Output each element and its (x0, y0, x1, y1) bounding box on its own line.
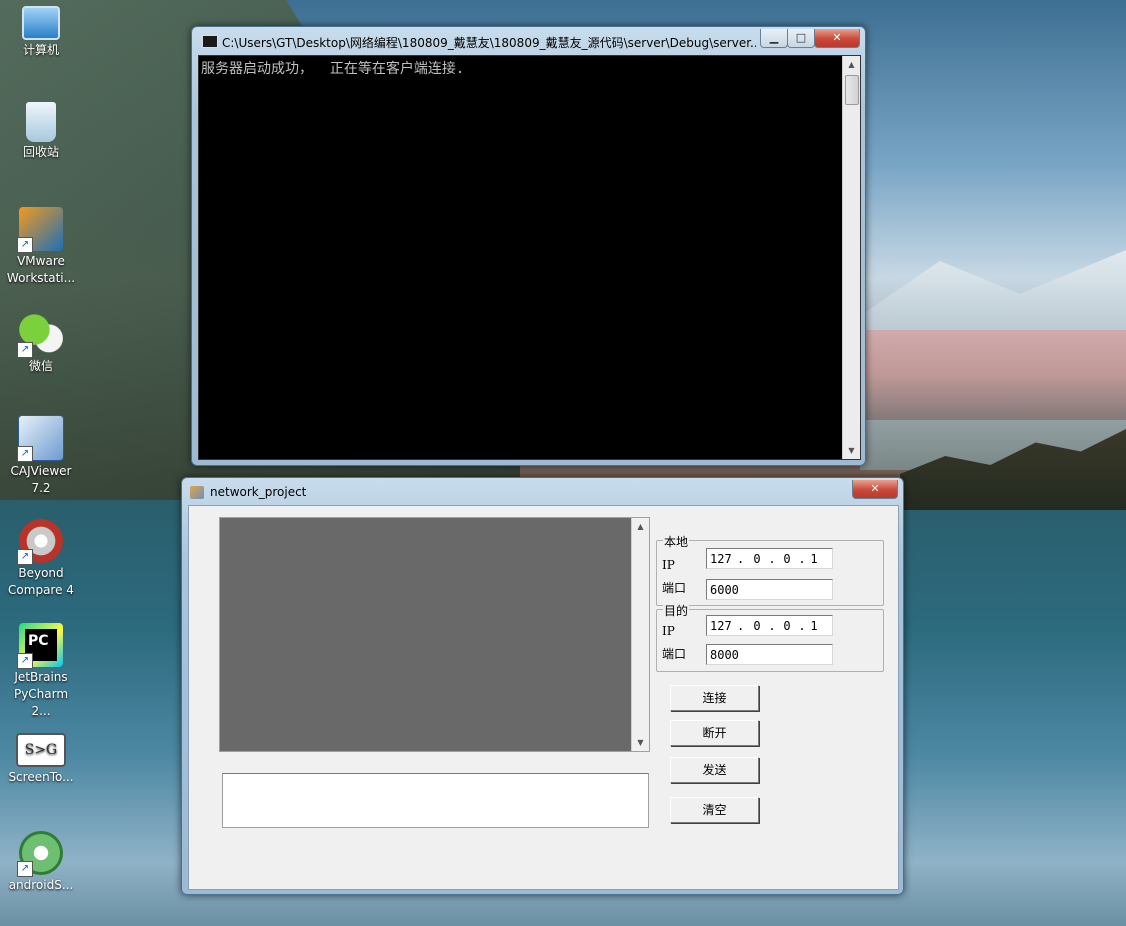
console-output-area[interactable]: 服务器启动成功， 正在等在客户端连接. ▲ ▼ (198, 55, 861, 460)
remote-group-title: 目的 (663, 602, 690, 619)
local-ip-octet-3: 0 (783, 552, 791, 566)
console-window[interactable]: C:\Users\GT\Desktop\网络编程\180809_戴慧友\1808… (191, 26, 866, 466)
vmware-icon: ↗ (17, 207, 63, 253)
desktop-icon-beyond-compare[interactable]: ↗ Beyond Compare 4 (4, 519, 78, 599)
local-ip-octet-2: 0 (753, 552, 761, 566)
scrollbar-thumb[interactable] (845, 75, 859, 105)
send-message-input[interactable] (222, 773, 649, 828)
local-ip-label: IP (662, 558, 675, 572)
screentogif-icon: S>G (16, 733, 66, 767)
scroll-down-arrow-icon[interactable]: ▼ (632, 734, 649, 751)
remote-ip-octet-1: 127 (710, 619, 732, 633)
desktop-icon-label: VMware Workstati... (6, 254, 76, 285)
shortcut-arrow-icon: ↗ (17, 237, 33, 253)
android-studio-icon: ↗ (17, 831, 63, 877)
wechat-icon: ↗ (17, 312, 63, 358)
dialog-close-button[interactable]: ✕ (852, 480, 898, 499)
local-ip-octet-4: 1 (810, 552, 818, 566)
desktop-icon-cajviewer[interactable]: ↗ CAJViewer 7.2 (4, 415, 78, 497)
dialog-app-icon (190, 486, 204, 499)
scroll-down-arrow-icon[interactable]: ▼ (843, 442, 860, 459)
maximize-button[interactable]: □ (787, 29, 815, 48)
pycharm-icon: PC ↗ (17, 623, 63, 669)
network-project-dialog[interactable]: network_project ✕ ▲ ▼ 本地 IP 127. 0. 0. 1 端口… (181, 477, 904, 895)
desktop-icon-label: 计算机 (22, 43, 59, 57)
minimize-button[interactable]: ▁ (760, 29, 788, 48)
scroll-up-arrow-icon[interactable]: ▲ (843, 56, 860, 73)
close-button[interactable]: ✕ (814, 29, 860, 48)
desktop-icon-label: JetBrains PyCharm 2... (13, 670, 69, 718)
dialog-client-area: ▲ ▼ 本地 IP 127. 0. 0. 1 端口 6000 目的 IP 127. 0.… (188, 505, 899, 890)
desktop-icon-wechat[interactable]: ↗ 微信 (4, 312, 78, 375)
local-group-title: 本地 (663, 533, 690, 550)
desktop-icon-android-studio[interactable]: ↗ androidS... (4, 831, 78, 894)
connect-button[interactable]: 连接 (670, 685, 759, 711)
desktop-icon-screentogif[interactable]: S>G ScreenTo... (4, 727, 78, 786)
shortcut-arrow-icon: ↗ (17, 653, 33, 669)
remote-ip-input[interactable]: 127. 0. 0. 1 (706, 615, 833, 636)
wallpaper-sunset-glow (860, 330, 1126, 420)
remote-port-input[interactable]: 8000 (706, 644, 833, 665)
local-port-input[interactable]: 6000 (706, 579, 833, 600)
dialog-title: network_project (210, 485, 307, 499)
desktop-icon-recycle-bin[interactable]: 回收站 (4, 102, 78, 161)
beyond-compare-icon: ↗ (17, 519, 63, 565)
shortcut-arrow-icon: ↗ (17, 342, 33, 358)
recycle-bin-icon (26, 102, 56, 142)
console-output-text: 服务器启动成功， 正在等在客户端连接. (201, 61, 465, 77)
cajviewer-icon: ↗ (17, 415, 64, 462)
scroll-up-arrow-icon[interactable]: ▲ (632, 518, 649, 535)
computer-icon (22, 6, 60, 40)
remote-group: 目的 IP 127. 0. 0. 1 端口 8000 (656, 602, 884, 672)
desktop-icon-pycharm[interactable]: PC ↗ JetBrains PyCharm 2... (4, 623, 78, 720)
console-titlebar[interactable]: C:\Users\GT\Desktop\网络编程\180809_戴慧友\1808… (198, 29, 860, 53)
console-title: C:\Users\GT\Desktop\网络编程\180809_戴慧友\1808… (222, 36, 756, 50)
desktop-icon-label: CAJViewer 7.2 (10, 464, 72, 495)
local-port-label: 端口 (662, 581, 687, 595)
remote-ip-octet-4: 1 (810, 619, 818, 633)
desktop-icon-label: androidS... (8, 878, 74, 892)
remote-ip-octet-3: 0 (783, 619, 791, 633)
remote-ip-octet-2: 0 (753, 619, 761, 633)
shortcut-arrow-icon: ↗ (17, 861, 33, 877)
clear-button[interactable]: 清空 (670, 797, 759, 823)
desktop-icon-computer[interactable]: 计算机 (4, 2, 78, 59)
remote-port-label: 端口 (662, 647, 687, 661)
receive-scrollbar[interactable]: ▲ ▼ (631, 518, 649, 751)
desktop-icon-label: 回收站 (22, 145, 59, 159)
disconnect-button[interactable]: 断开 (670, 720, 759, 746)
remote-ip-label: IP (662, 624, 675, 638)
desktop-icon-vmware[interactable]: ↗ VMware Workstati... (4, 207, 78, 287)
send-button[interactable]: 发送 (670, 757, 759, 783)
dialog-titlebar[interactable]: network_project ✕ (188, 480, 898, 504)
desktop-icon-label: Beyond Compare 4 (8, 566, 74, 597)
desktop-icon-label: ScreenTo... (8, 770, 74, 784)
local-group: 本地 IP 127. 0. 0. 1 端口 6000 (656, 533, 884, 606)
console-scrollbar[interactable]: ▲ ▼ (842, 56, 860, 459)
local-ip-input[interactable]: 127. 0. 0. 1 (706, 548, 833, 569)
local-ip-octet-1: 127 (710, 552, 732, 566)
receive-message-box[interactable]: ▲ ▼ (219, 517, 650, 752)
shortcut-arrow-icon: ↗ (17, 446, 33, 462)
shortcut-arrow-icon: ↗ (17, 549, 33, 565)
console-app-icon (202, 35, 218, 48)
desktop-icon-label: 微信 (28, 359, 53, 373)
